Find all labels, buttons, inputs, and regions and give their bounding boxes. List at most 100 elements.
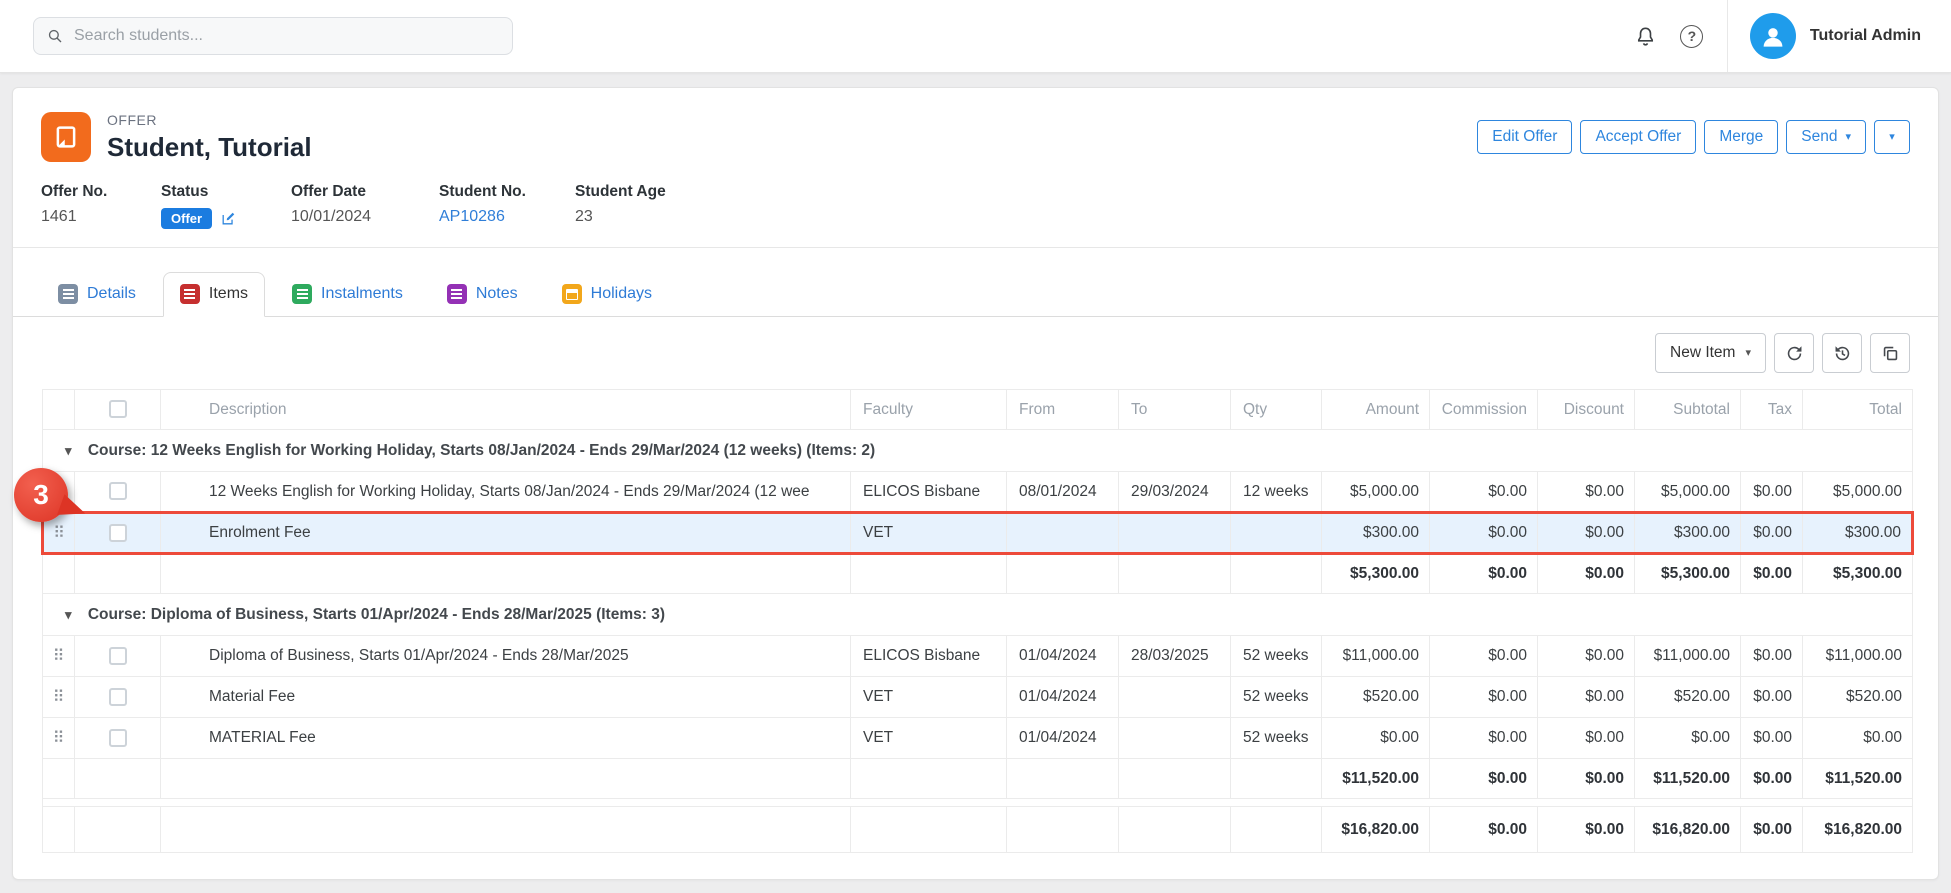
drag-handle-icon[interactable]: ⠿ [53,646,65,665]
cell-tax: $0.00 [1741,718,1803,759]
row-checkbox[interactable] [109,482,127,500]
cell-from: 01/04/2024 [1007,677,1119,718]
cell-description: Material Fee [161,677,851,718]
cell-amount: $300.00 [1322,513,1430,554]
header-drag [43,390,75,430]
tab-items[interactable]: Items [163,272,265,317]
cell-grand-commission: $0.00 [1430,807,1538,853]
cell-to [1119,513,1231,554]
items-table: Description Faculty From To Qty Amount C… [41,389,1914,853]
drag-cell[interactable]: ⠿ [43,718,75,759]
help-icon[interactable]: ? [1675,19,1709,53]
table-row: ⠿ Diploma of Business, Starts 01/Apr/202… [43,636,1913,677]
page-title: Student, Tutorial [107,132,312,163]
collapse-caret-icon[interactable]: ▾ [65,607,72,622]
cell-faculty: VET [851,677,1007,718]
notes-tab-icon [447,284,467,304]
avatar[interactable] [1750,13,1796,59]
header-total: Total [1803,390,1913,430]
duplicate-button[interactable] [1870,333,1910,373]
drag-cell[interactable]: ⠿ [43,677,75,718]
cell-grand-total: $16,820.00 [1803,807,1913,853]
cell-to: 29/03/2024 [1119,472,1231,513]
cell-faculty: ELICOS Bisbane [851,472,1007,513]
cell-subtotal: $11,000.00 [1635,636,1741,677]
send-button[interactable]: Send ▾ [1786,120,1866,154]
edit-offer-button[interactable]: Edit Offer [1477,120,1572,154]
header-actions: Edit Offer Accept Offer Merge Send ▾ ▾ [1477,120,1910,154]
cell-qty: 52 weeks [1231,677,1322,718]
page: OFFER Student, Tutorial Edit Offer Accep… [0,87,1951,880]
header-qty: Qty [1231,390,1322,430]
header-amount: Amount [1322,390,1430,430]
tab-holidays[interactable]: Holidays [545,272,669,316]
search-input[interactable] [74,27,500,45]
instalments-tab-icon [292,284,312,304]
cell-from: 08/01/2024 [1007,472,1119,513]
cell-grand-amount: $16,820.00 [1322,807,1430,853]
empty-cell [851,554,1007,594]
empty-cell [75,759,161,799]
empty-cell [1231,759,1322,799]
new-item-button[interactable]: New Item ▾ [1655,333,1766,373]
cell-faculty: ELICOS Bisbane [851,636,1007,677]
select-all-checkbox[interactable] [109,400,127,418]
merge-button[interactable]: Merge [1704,120,1778,154]
cell-commission: $0.00 [1430,677,1538,718]
cell-description: Diploma of Business, Starts 01/Apr/2024 … [161,636,851,677]
info-offer-date: Offer Date 10/01/2024 [291,183,439,229]
drag-handle-icon[interactable]: ⠿ [53,687,65,706]
edit-status-icon[interactable] [220,210,237,227]
header-description: Description [161,390,851,430]
checkbox-cell [75,513,161,554]
accept-offer-button[interactable]: Accept Offer [1580,120,1696,154]
tab-details[interactable]: Details [41,272,153,316]
course-group-title: Course: Diploma of Business, Starts 01/A… [88,606,665,623]
cell-total-amount: $11,520.00 [1322,759,1430,799]
row-checkbox[interactable] [109,688,127,706]
cell-from: 01/04/2024 [1007,718,1119,759]
group-totals-row: $11,520.00 $0.00 $0.00 $11,520.00 $0.00 … [43,759,1913,799]
empty-cell [43,554,75,594]
cell-amount: $520.00 [1322,677,1430,718]
info-student-no: Student No. AP10286 [439,183,575,229]
course-group-row: ▾ Course: 12 Weeks English for Working H… [43,430,1913,472]
course-group-row: ▾ Course: Diploma of Business, Starts 01… [43,594,1913,636]
notifications-bell-icon[interactable] [1629,19,1663,53]
tab-instalments[interactable]: Instalments [275,272,420,316]
user-name[interactable]: Tutorial Admin [1810,27,1921,45]
row-checkbox[interactable] [109,647,127,665]
row-checkbox[interactable] [109,524,127,542]
cell-from: 01/04/2024 [1007,636,1119,677]
empty-cell [851,807,1007,853]
drag-handle-icon[interactable]: ⠿ [53,523,65,542]
empty-cell [1007,759,1119,799]
row-checkbox[interactable] [109,729,127,747]
refresh-button[interactable] [1774,333,1814,373]
empty-cell [851,759,1007,799]
drag-cell[interactable]: ⠿ [43,636,75,677]
empty-cell [43,807,75,853]
table-row: ⠿ MATERIAL Fee VET 01/04/2024 52 weeks $… [43,718,1913,759]
drag-handle-icon[interactable]: ⠿ [53,728,65,747]
items-tab-icon [180,284,200,304]
user-icon [1758,21,1788,51]
cell-total: $11,000.00 [1803,636,1913,677]
cell-total: $520.00 [1803,677,1913,718]
cell-to [1119,718,1231,759]
empty-cell [1119,759,1231,799]
cell-qty: 12 weeks [1231,472,1322,513]
cell-qty: 52 weeks [1231,636,1322,677]
empty-cell [1007,807,1119,853]
empty-cell [75,807,161,853]
tab-notes[interactable]: Notes [430,272,535,316]
chevron-down-icon: ▾ [1889,132,1895,143]
drag-cell[interactable]: 3 ⠿ [43,513,75,554]
cell-commission: $0.00 [1430,513,1538,554]
history-button[interactable] [1822,333,1862,373]
cell-tax: $0.00 [1741,472,1803,513]
cell-description: MATERIAL Fee [161,718,851,759]
more-actions-button[interactable]: ▾ [1874,120,1910,154]
collapse-caret-icon[interactable]: ▾ [65,443,72,458]
student-no-link[interactable]: AP10286 [439,208,575,226]
